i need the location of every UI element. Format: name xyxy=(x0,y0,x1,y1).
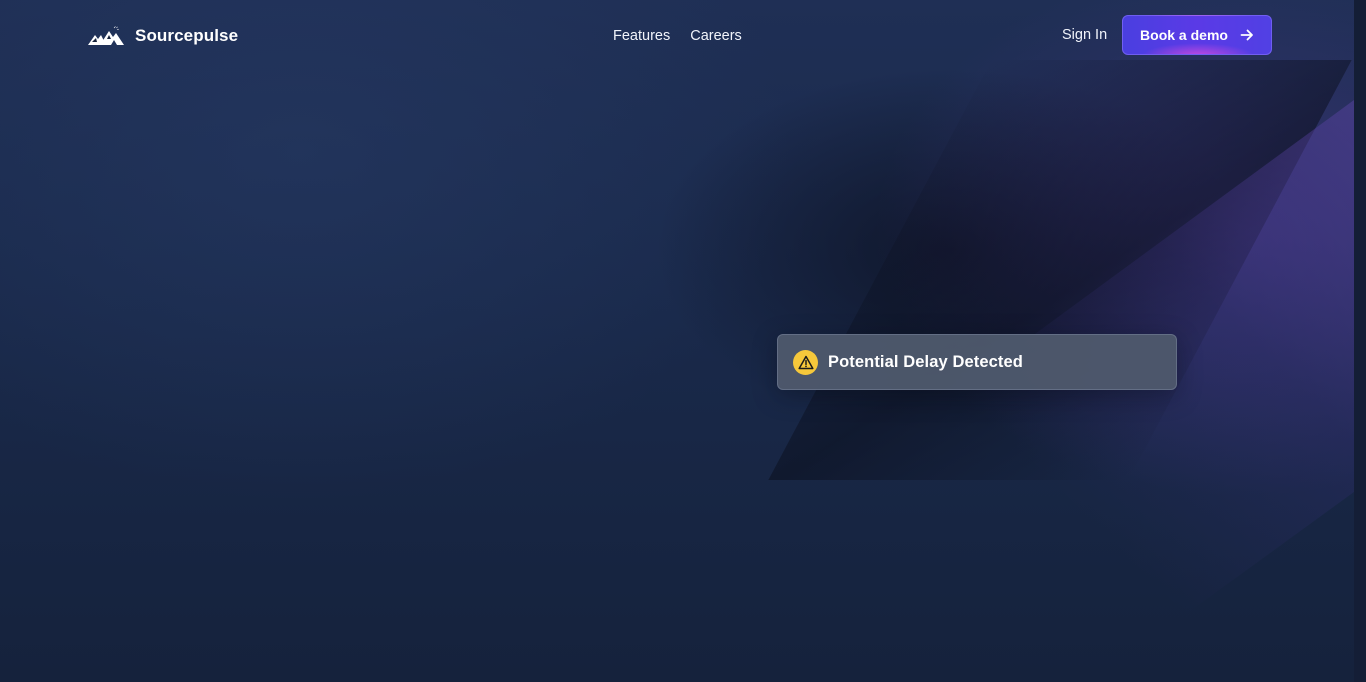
nav-link-features[interactable]: Features xyxy=(613,28,670,44)
background-shadow xyxy=(768,60,1352,480)
brand-link[interactable]: Sourcepulse xyxy=(87,24,238,48)
warning-icon xyxy=(793,349,818,375)
arrow-right-icon xyxy=(1240,29,1253,41)
nav-link-careers[interactable]: Careers xyxy=(690,28,742,44)
scrollbar-track[interactable] xyxy=(1354,0,1366,682)
alert-title: Potential Delay Detected xyxy=(828,352,1023,371)
book-demo-label: Book a demo xyxy=(1140,27,1228,43)
delay-alert-card: Potential Delay Detected xyxy=(777,334,1177,390)
main-nav: Features Careers xyxy=(613,28,742,44)
mountain-logo-icon xyxy=(88,26,124,45)
brand-name: Sourcepulse xyxy=(135,26,239,45)
book-demo-button[interactable]: Book a demo xyxy=(1122,15,1272,55)
page: Sourcepulse Features Careers Sign In Boo… xyxy=(0,0,1366,682)
site-header: Sourcepulse Features Careers Sign In Boo… xyxy=(0,0,1354,72)
sign-in-link[interactable]: Sign In xyxy=(1062,27,1107,43)
